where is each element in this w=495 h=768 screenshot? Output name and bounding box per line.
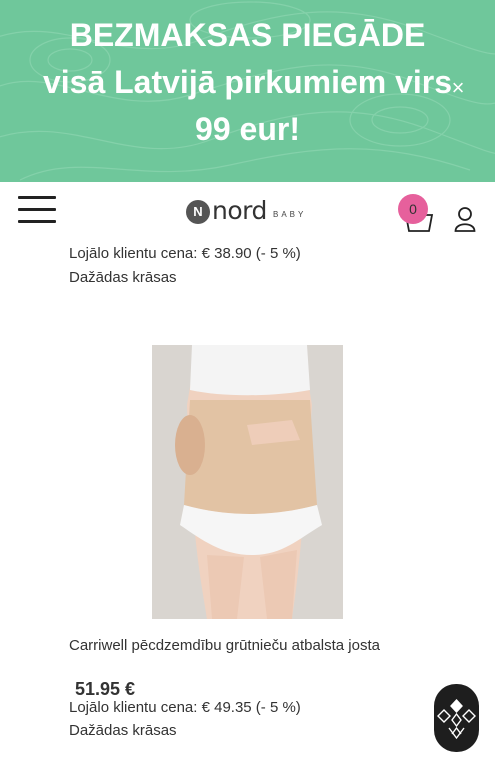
promo-text: BEZMAKSAS PIEGĀDE visā Latvijā pirkumiem…: [0, 12, 495, 153]
color-options: Dažādas krāsas: [69, 269, 177, 286]
loyalty-price: Lojālo klientu cena: € 49.35 (- 5 %): [69, 699, 301, 716]
promo-line-2: visā Latvijā pirkumiem virs: [42, 64, 453, 100]
user-account-icon[interactable]: [454, 206, 476, 232]
cart-count-badge[interactable]: 0: [398, 194, 428, 224]
product-name[interactable]: Carriwell pēcdzemdību grūtnieču atbalsta…: [69, 637, 429, 655]
product-image[interactable]: [152, 345, 343, 619]
chat-widget-button[interactable]: [434, 684, 479, 752]
product-price: 51.95 €: [75, 679, 136, 699]
chat-logo-icon: [437, 698, 476, 740]
logo-word: nord: [212, 196, 267, 225]
logo-mark: N: [186, 200, 210, 224]
promo-banner: BEZMAKSAS PIEGĀDE visā Latvijā pirkumiem…: [0, 0, 495, 182]
promo-line-3: 99 eur!: [195, 111, 300, 147]
product-photo-illustration: [152, 345, 343, 619]
promo-line-1: BEZMAKSAS PIEGĀDE: [69, 17, 426, 53]
logo-sub: BABY: [273, 210, 307, 219]
hamburger-menu-icon[interactable]: [18, 196, 56, 224]
site-logo[interactable]: N nord BABY: [186, 196, 316, 230]
close-icon[interactable]: ×: [446, 76, 470, 100]
loyalty-price: Lojālo klientu cena: € 38.90 (- 5 %): [69, 245, 301, 262]
color-options: Dažādas krāsas: [69, 722, 177, 739]
